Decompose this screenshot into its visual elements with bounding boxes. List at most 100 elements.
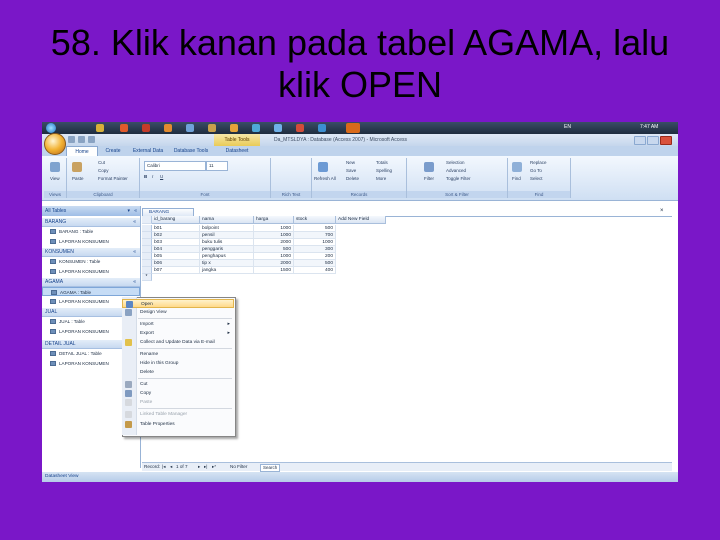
nav-pane-header[interactable]: All Tables ▾ « [42,206,140,216]
close-icon[interactable] [660,136,672,145]
taskbar-app-icon[interactable] [120,124,128,132]
goto-button[interactable]: Go To [530,168,542,173]
cell-nama[interactable]: buku tulis [200,239,254,246]
row-selector[interactable] [142,253,152,260]
nav-item-report[interactable]: LAPORAN KONSUMEN [42,267,140,276]
new-record-button[interactable]: New [346,160,355,165]
find-button[interactable]: Find [512,176,521,181]
cell-stock[interactable]: 200 [294,253,336,260]
more-button[interactable]: More [376,176,386,181]
nav-item-report[interactable]: LAPORAN KONSUMEN [42,237,140,246]
tab-external-data[interactable]: External Data [128,146,168,156]
nav-group-konsumen[interactable]: KONSUMEN « [42,248,140,257]
cell-id[interactable]: b04 [152,246,200,253]
find-icon[interactable] [512,162,522,172]
save-icon[interactable] [68,136,75,143]
cell-harga[interactable]: 1000 [254,225,294,232]
last-record-icon[interactable]: ▸| [204,463,208,471]
taskbar-app-icon[interactable] [318,124,326,132]
collapse-group-icon[interactable]: « [133,248,136,256]
nav-item-table[interactable]: KONSUMEN : Table [42,257,140,266]
menu-item-hide-in-group[interactable]: Hide in this Group [122,359,234,368]
collapse-icon[interactable]: « [134,206,137,216]
cell-harga[interactable]: 1000 [254,232,294,239]
row-selector[interactable] [142,260,152,267]
cell-nama[interactable]: pensil [200,232,254,239]
cell-harga[interactable]: 2000 [254,260,294,267]
refresh-all-button[interactable]: Refresh All [314,176,336,181]
first-record-icon[interactable]: |◂ [162,463,166,471]
italic-button[interactable]: I [152,174,153,179]
nav-group-agama[interactable]: AGAMA « [42,278,140,287]
maximize-icon[interactable] [647,136,659,145]
underline-button[interactable]: U [160,174,163,179]
selection-button[interactable]: Selection [446,160,465,165]
search-input[interactable]: Search [260,464,281,472]
row-selector[interactable] [142,267,152,274]
menu-item-rename[interactable]: Rename [122,350,234,359]
paste-label[interactable]: Paste [72,176,84,181]
cell-id[interactable]: b02 [152,232,200,239]
close-document-icon[interactable]: × [660,208,664,214]
taskbar-app-icon[interactable] [142,124,150,132]
cell-harga[interactable]: 500 [254,246,294,253]
cell-id[interactable]: b05 [152,253,200,260]
taskbar-app-icon[interactable] [230,124,238,132]
cell-id[interactable]: b01 [152,225,200,232]
record-position[interactable]: 1 of 7 [176,463,188,471]
tab-database-tools[interactable]: Database Tools [168,146,214,156]
column-header-harga[interactable]: harga [254,216,294,224]
delete-record-button[interactable]: Delete [346,176,359,181]
nav-item-agama-table[interactable]: AGAMA : Table [42,287,140,296]
taskbar-app-icon[interactable] [274,124,282,132]
row-selector[interactable] [142,232,152,239]
column-header-add-new-field[interactable]: Add New Field [336,216,386,224]
cell-stock[interactable]: 500 [294,225,336,232]
filter-button[interactable]: Filter [424,176,434,181]
taskbar-app-icon[interactable] [164,124,172,132]
bold-button[interactable]: B [144,174,147,179]
cell-id[interactable]: b07 [152,267,200,274]
taskbar-search-icon[interactable] [346,123,360,133]
previous-record-icon[interactable]: ◂ [170,463,172,471]
menu-item-import[interactable]: Import ▸ [122,320,234,329]
taskbar-app-icon[interactable] [208,124,216,132]
menu-item-design-view[interactable]: Design View [122,308,234,317]
menu-item-cut[interactable]: Cut [122,380,234,389]
cut-button[interactable]: Cut [98,160,105,165]
cell-stock[interactable]: 500 [294,260,336,267]
filter-status[interactable]: No Filter [230,463,247,471]
cell-nama[interactable]: penghapus [200,253,254,260]
taskbar-app-icon[interactable] [96,124,104,132]
select-all-corner[interactable] [142,216,152,224]
tab-create[interactable]: Create [98,146,128,156]
view-label[interactable]: View [50,176,60,181]
copy-button[interactable]: Copy [98,168,109,173]
cell-stock[interactable]: 1000 [294,239,336,246]
replace-button[interactable]: Replace [530,160,547,165]
row-selector[interactable] [142,225,152,232]
nav-item-table[interactable]: BARANG : Table [42,227,140,236]
cell-stock[interactable]: 400 [294,267,336,274]
paste-icon[interactable] [72,162,82,172]
filter-icon[interactable] [424,162,434,172]
menu-item-export[interactable]: Export ▸ [122,329,234,338]
cell-nama[interactable]: penggaris [200,246,254,253]
language-indicator[interactable]: EN [564,124,571,130]
collapse-group-icon[interactable]: « [133,218,136,226]
menu-item-table-properties[interactable]: Table Properties [122,420,234,429]
taskbar-app-icon[interactable] [252,124,260,132]
start-orb-icon[interactable] [46,123,56,133]
view-icon[interactable] [50,162,60,172]
new-record-nav-icon[interactable]: ▸* [212,463,216,471]
nav-group-barang[interactable]: BARANG « [42,218,140,227]
cell-nama[interactable]: jangka [200,267,254,274]
menu-item-collect-data[interactable]: Collect and Update Data via E-mail [122,338,234,347]
undo-icon[interactable] [78,136,85,143]
cell-nama[interactable]: bolpoint [200,225,254,232]
column-header-stock[interactable]: stock [294,216,336,224]
toggle-filter-button[interactable]: Toggle Filter [446,176,471,181]
collapse-group-icon[interactable]: « [133,278,136,286]
advanced-button[interactable]: Advanced [446,168,466,173]
row-selector[interactable] [142,239,152,246]
